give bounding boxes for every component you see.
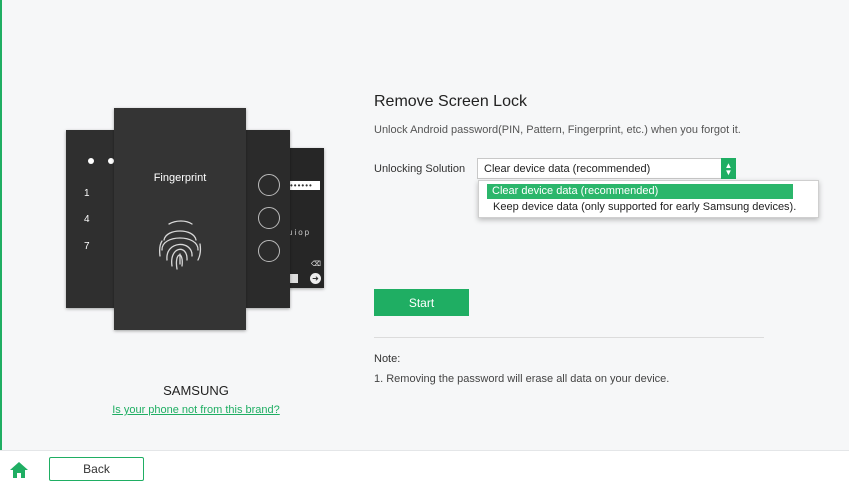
keyboard-enter-icon: ➜ [310, 273, 321, 284]
dropdown-option-clear-data[interactable]: Clear device data (recommended) [487, 184, 793, 199]
pin-dot [88, 158, 94, 164]
note-title: Note: [374, 353, 401, 365]
select-value: Clear device data (recommended) [484, 163, 651, 175]
phone-fingerprint-screen [114, 108, 246, 330]
unlocking-solution-select[interactable]: Clear device data (recommended) ▲ ▼ [477, 158, 736, 179]
footer-bar: Back [0, 450, 849, 487]
pattern-circle-icon [258, 207, 280, 229]
fingerprint-icon [158, 220, 202, 270]
pin-digit: 4 [84, 214, 90, 225]
start-button[interactable]: Start [374, 289, 469, 316]
pin-digit: 1 [84, 188, 90, 199]
brand-name: SAMSUNG [163, 383, 229, 398]
solution-dropdown-list: Clear device data (recommended) Keep dev… [478, 180, 819, 218]
keyboard-delete-icon: ⌫ [311, 261, 321, 268]
password-dots: •••••• [290, 181, 313, 190]
pin-digit: 7 [84, 241, 90, 252]
pattern-circle-icon [258, 174, 280, 196]
page-title: Remove Screen Lock [374, 93, 527, 110]
back-button[interactable]: Back [49, 457, 144, 481]
home-icon[interactable] [8, 459, 30, 481]
note-text: 1. Removing the password will erase all … [374, 373, 670, 385]
chevron-updown-icon[interactable]: ▲ ▼ [721, 158, 736, 179]
dropdown-option-keep-data[interactable]: Keep device data (only supported for ear… [487, 200, 796, 215]
unlocking-solution-label: Unlocking Solution [374, 163, 466, 175]
phone-pattern-screen [246, 130, 290, 308]
keyboard-key-icon [289, 274, 298, 283]
fingerprint-label: Fingerprint [153, 172, 207, 184]
pattern-circle-icon [258, 240, 280, 262]
keyboard-keys: uiop [288, 228, 312, 237]
divider [374, 337, 764, 338]
page-subtitle: Unlock Android password(PIN, Pattern, Fi… [374, 124, 741, 136]
change-brand-link[interactable]: Is your phone not from this brand? [96, 404, 296, 416]
